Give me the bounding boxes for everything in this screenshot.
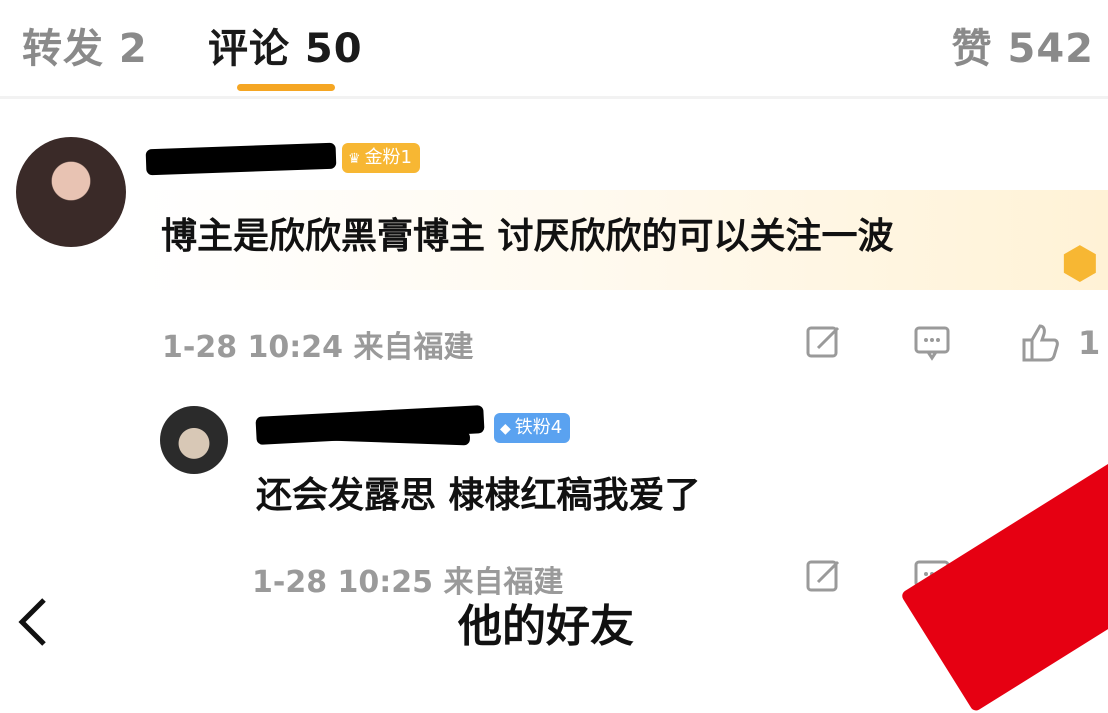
share-icon[interactable]: [802, 556, 846, 600]
caption-text: 他的好友: [458, 601, 634, 652]
fan-badge-gold: ♛ 金粉1: [342, 143, 421, 173]
reply-text: 还会发露思 棣棣红稿我爱了: [256, 475, 701, 516]
fan-badge-iron: ◆ 铁粉4: [494, 413, 571, 443]
diamond-icon: ◆: [500, 421, 511, 437]
tab-active-indicator: [237, 84, 335, 91]
redacted-username: [145, 142, 337, 176]
thumbs-up-icon[interactable]: [1018, 320, 1062, 364]
red-overlay: [900, 456, 1108, 713]
divider: [0, 96, 1108, 99]
tab-comments[interactable]: 评论 50: [208, 16, 363, 74]
tab-repost[interactable]: 转发 2: [22, 16, 148, 74]
tab-likes[interactable]: 赞 542: [952, 16, 1094, 74]
badge-label: 金粉1: [364, 147, 413, 168]
like-count: 1: [1078, 324, 1101, 362]
avatar[interactable]: [160, 406, 228, 474]
back-chevron-icon[interactable]: [10, 592, 60, 652]
coin-icon: ⬢: [1060, 238, 1100, 289]
crown-icon: ♛: [348, 151, 361, 167]
comment-icon[interactable]: [910, 322, 954, 366]
tab-bar: 转发 2 评论 50 赞 542: [0, 0, 1108, 96]
share-icon[interactable]: [802, 322, 846, 366]
avatar[interactable]: [16, 137, 126, 247]
comment-text: 博主是欣欣黑膏博主 讨厌欣欣的可以关注一波: [161, 216, 894, 257]
comment-meta: 1-28 10:24 来自福建: [162, 330, 474, 365]
badge-label: 铁粉4: [514, 417, 563, 438]
